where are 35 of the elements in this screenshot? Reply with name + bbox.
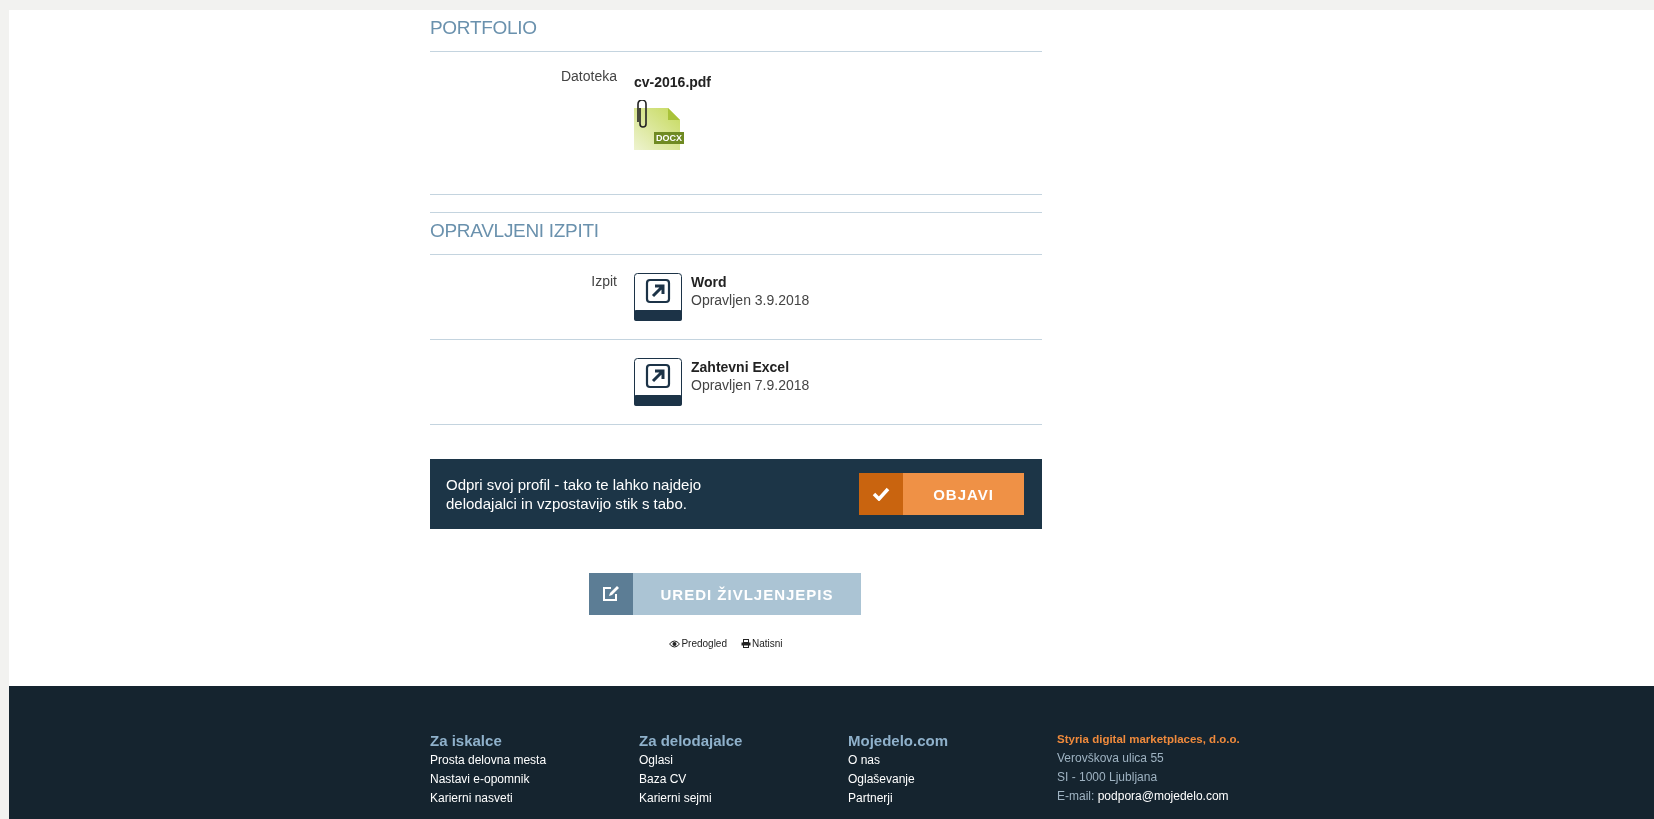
print-link[interactable]: Natisni xyxy=(741,638,783,649)
footer-link[interactable]: Nastavi e-opomnik xyxy=(430,770,639,789)
edit-icon xyxy=(589,573,633,615)
checkmark-icon xyxy=(859,473,903,515)
printer-icon xyxy=(741,639,751,648)
section-title: OPRAVLJENI IZPITI xyxy=(430,213,1042,255)
file-link[interactable]: cv-2016.pdf xyxy=(634,74,712,90)
address-line: SI - 1000 Ljubljana xyxy=(1057,769,1159,786)
footer-heading: Za iskalce xyxy=(430,732,503,749)
eye-icon xyxy=(669,639,681,648)
footer-link[interactable]: Partnerji xyxy=(848,789,1057,808)
external-link-icon[interactable] xyxy=(634,273,682,321)
email-label: E-mail: xyxy=(1057,789,1095,803)
exam-status: Opravljen 7.9.2018 xyxy=(691,377,810,393)
footer-link[interactable]: Baza CV xyxy=(639,770,848,789)
company-name: Styria digital marketplaces, d.o.o. xyxy=(1057,733,1241,745)
section-title: PORTFOLIO xyxy=(430,10,1042,52)
footer-heading: Mojedelo.com xyxy=(848,732,949,749)
footer-link[interactable]: Oglaševanje xyxy=(848,770,1057,789)
banner-text: Odpri svoj profil - tako te lahko najdejo delodajalci in vzpostavijo stik s tabo. xyxy=(446,475,703,513)
footer-link[interactable]: Oglasi xyxy=(639,751,848,770)
footer-link[interactable]: Karierni sejmi xyxy=(639,789,848,808)
exam-name: Word xyxy=(691,274,728,290)
footer-link[interactable]: O nas xyxy=(848,751,1057,770)
external-link-icon[interactable] xyxy=(634,358,682,406)
exam-name: Zahtevni Excel xyxy=(691,359,791,375)
preview-link[interactable]: Predogled xyxy=(669,638,727,649)
footer-link[interactable]: Prosta delovna mesta xyxy=(430,751,639,770)
field-label: Izpit xyxy=(590,272,617,291)
field-label: Datoteka xyxy=(559,67,617,86)
address-line: Verovškova ulica 55 xyxy=(1057,750,1165,767)
exam-status: Opravljen 3.9.2018 xyxy=(691,292,810,308)
email-link[interactable]: podpora@mojedelo.com xyxy=(1097,789,1229,803)
footer-link[interactable]: Karierni nasveti xyxy=(430,789,639,808)
footer-heading: Za delodajalce xyxy=(639,732,744,749)
